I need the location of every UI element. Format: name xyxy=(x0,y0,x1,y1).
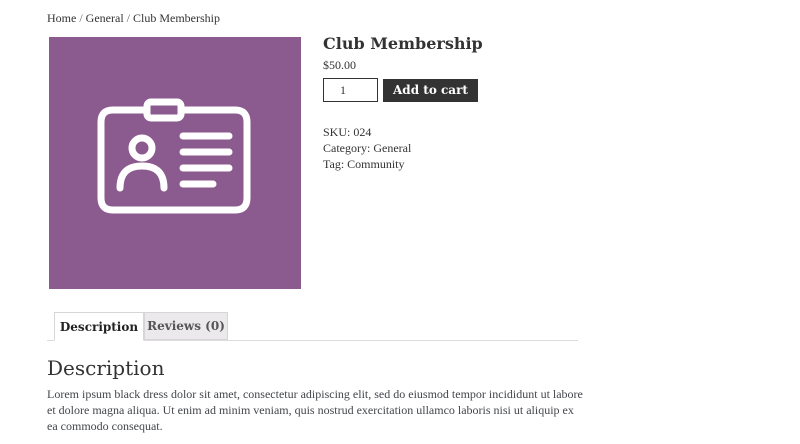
breadcrumb-separator: / xyxy=(76,11,86,25)
tag-label: Tag: xyxy=(323,157,348,171)
product-tabs: Description Reviews (0) xyxy=(47,312,578,341)
category-link[interactable]: General xyxy=(373,141,411,155)
quantity-input[interactable] xyxy=(323,78,378,102)
breadcrumb-category-link[interactable]: General xyxy=(86,11,124,25)
breadcrumb: Home / General / Club Membership xyxy=(47,11,220,26)
sku-row: SKU: 024 xyxy=(323,124,623,140)
product-summary: Club Membership $50.00 Add to cart SKU: … xyxy=(323,34,623,172)
add-to-cart-button[interactable]: Add to cart xyxy=(383,78,478,102)
add-to-cart-form: Add to cart xyxy=(323,78,623,102)
id-badge-icon xyxy=(97,98,251,214)
product-title: Club Membership xyxy=(323,34,483,53)
sku-label: SKU: xyxy=(323,125,354,139)
product-price: $50.00 xyxy=(323,58,356,72)
breadcrumb-home-link[interactable]: Home xyxy=(47,11,76,25)
breadcrumb-separator: / xyxy=(123,11,133,25)
tab-reviews[interactable]: Reviews (0) xyxy=(144,312,228,340)
product-image[interactable] xyxy=(49,37,301,289)
description-body: Lorem ipsum black dress dolor sit amet, … xyxy=(47,387,583,433)
tag-row: Tag: Community xyxy=(323,156,623,172)
sku-value: 024 xyxy=(353,125,372,139)
category-label: Category: xyxy=(323,141,374,155)
category-row: Category: General xyxy=(323,140,623,156)
description-heading: Description xyxy=(47,356,165,380)
tab-description[interactable]: Description xyxy=(54,312,144,341)
breadcrumb-current: Club Membership xyxy=(133,11,220,25)
tag-link[interactable]: Community xyxy=(347,157,404,171)
description-panel: Description Lorem ipsum black dress dolo… xyxy=(47,355,587,434)
product-meta: SKU: 024 Category: General Tag: Communit… xyxy=(323,124,623,172)
